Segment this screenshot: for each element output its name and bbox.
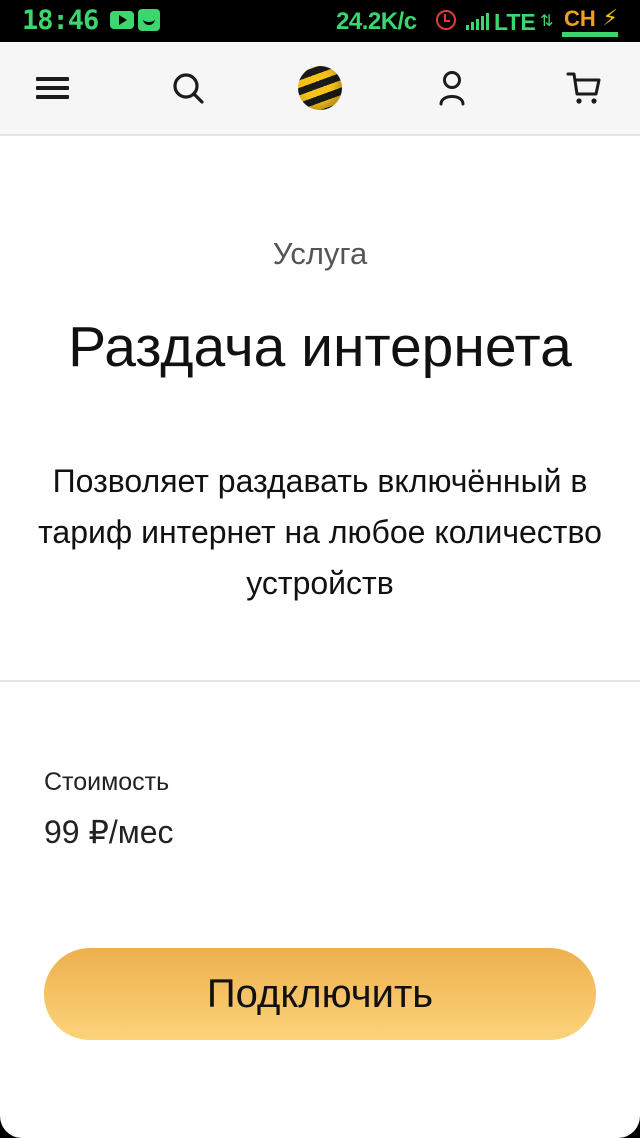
price-label: Стоимость: [44, 768, 170, 796]
profile-button[interactable]: [420, 42, 484, 134]
battery-label: CH: [564, 6, 596, 31]
alarm-icon: [436, 10, 456, 30]
charging-icon: ⚡: [602, 5, 618, 30]
cart-icon: [566, 72, 601, 104]
divider: [0, 680, 640, 682]
status-time: 18:46: [22, 5, 99, 36]
cart-button[interactable]: [552, 42, 616, 134]
service-description: Позволяет раздавать включённый в тариф и…: [38, 463, 602, 601]
service-category-label: Услуга: [272, 236, 368, 271]
menu-icon: [35, 77, 69, 99]
profile-icon: [439, 71, 465, 106]
price-value: 99 ₽/мес: [44, 814, 174, 850]
network-type: LTE: [494, 9, 536, 35]
status-bar: 18:46 24.2K/с LTE ⇅ CH ⚡: [0, 0, 640, 42]
connect-button[interactable]: Подключить: [44, 948, 596, 1040]
menu-button[interactable]: [20, 42, 84, 134]
home-logo-button[interactable]: [288, 42, 352, 134]
signal-icon: [466, 12, 492, 30]
network-speed: 24.2K/с: [336, 8, 417, 35]
battery-level-bar: [562, 32, 618, 37]
search-icon: [173, 73, 204, 104]
beeline-logo: [298, 66, 342, 110]
battery-icon: CH ⚡: [562, 5, 618, 37]
app-bar: [0, 42, 640, 136]
screen: 18:46 24.2K/с LTE ⇅ CH ⚡ Услуга Раздача …: [0, 0, 640, 1138]
service-card: Услуга Раздача интернета Позволяет разда…: [0, 136, 640, 1138]
data-arrows-icon: ⇅: [540, 13, 554, 30]
youtube-icon: [110, 11, 134, 29]
search-button[interactable]: [156, 42, 220, 134]
page-title: Раздача интернета: [68, 315, 572, 379]
messenger-icon: [138, 9, 160, 31]
